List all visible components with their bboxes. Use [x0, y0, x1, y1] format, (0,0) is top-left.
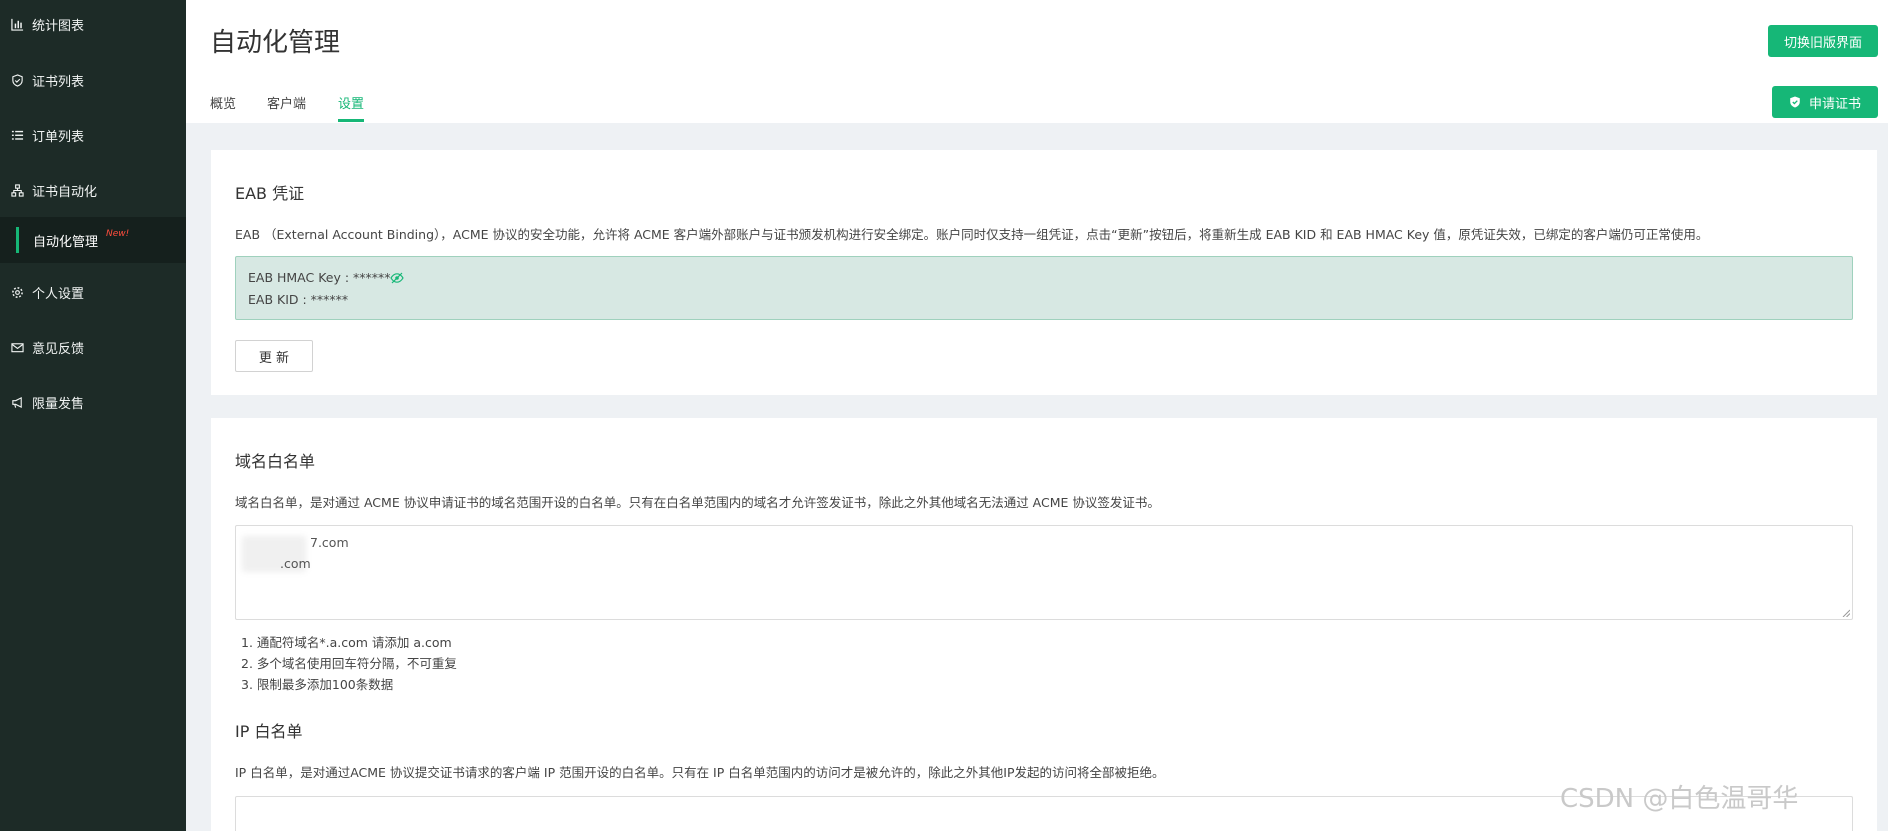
domain-whitelist-input[interactable]: 7.com .com [235, 525, 1853, 620]
gear-icon [10, 285, 24, 299]
tab-settings[interactable]: 设置 [338, 93, 364, 112]
sidebar-item-order-list[interactable]: 订单列表 [0, 115, 186, 155]
domain-whitelist-title: 域名白名单 [235, 452, 316, 471]
tip-item: 2. 多个域名使用回车符分隔，不可重复 [241, 656, 457, 671]
tip-item: 1. 通配符域名*.a.com 请添加 a.com [241, 635, 452, 650]
tip-item: 3. 限制最多添加100条数据 [241, 677, 394, 692]
new-badge: New! [106, 229, 130, 239]
page-header: 自动化管理 切换旧版界面 申请证书 概览 客户端 设置 [186, 0, 1888, 123]
sidebar-item-label: 个人设置 [32, 286, 85, 302]
sidebar-item-label: 自动化管理 [33, 234, 99, 250]
active-tab-indicator [338, 119, 364, 122]
sidebar-item-stats[interactable]: 统计图表 [0, 4, 186, 44]
sidebar-item-label: 证书列表 [32, 74, 85, 90]
domain-whitelist-description: 域名白名单，是对通过 ACME 协议申请证书的域名范围开设的白名单。只有在白名单… [235, 495, 1160, 510]
sidebar-item-label: 订单列表 [32, 129, 85, 145]
sidebar-item-label: 证书自动化 [32, 184, 98, 200]
sidebar-item-label: 统计图表 [32, 18, 85, 34]
shield-check-icon [10, 73, 24, 87]
sidebar-item-personal-settings[interactable]: 个人设置 [0, 272, 186, 312]
sitemap-icon [10, 183, 24, 197]
switch-old-ui-button[interactable]: 切换旧版界面 [1768, 25, 1878, 57]
watermark: CSDN @白色温哥华 [1560, 784, 1799, 814]
list-icon [10, 128, 24, 142]
domain-entry: .com [280, 556, 311, 571]
domain-entry: 7.com [310, 535, 349, 550]
megaphone-icon [10, 395, 24, 409]
sidebar-item-feedback[interactable]: 意见反馈 [0, 327, 186, 367]
active-indicator [16, 227, 19, 253]
resize-handle-icon[interactable] [1842, 609, 1850, 617]
shield-check-icon [1790, 96, 1800, 108]
eab-hmac-key: EAB HMAC Key : ****** [248, 270, 391, 285]
whitelist-card: 域名白名单 域名白名单，是对通过 ACME 协议申请证书的域名范围开设的白名单。… [211, 418, 1877, 831]
eab-description: EAB （External Account Binding），ACME 协议的安… [235, 227, 1709, 242]
domain-whitelist-tips: 1. 通配符域名*.a.com 请添加 a.com 2. 多个域名使用回车符分隔… [241, 632, 457, 695]
apply-certificate-label: 申请证书 [1808, 96, 1861, 112]
ip-whitelist-description: IP 白名单，是对通过ACME 协议提交证书请求的客户端 IP 范围开设的白名单… [235, 765, 1165, 780]
ip-whitelist-title: IP 白名单 [235, 722, 303, 741]
tab-overview[interactable]: 概览 [210, 93, 236, 112]
sidebar: 统计图表 证书列表 订单列表 证书自动化 自动化管理 New! 个人设置 意见反… [0, 0, 186, 831]
sidebar-item-label: 限量发售 [32, 396, 85, 412]
sidebar-item-cert-automation[interactable]: 证书自动化 [0, 170, 186, 210]
tab-clients[interactable]: 客户端 [267, 93, 306, 112]
bar-chart-icon [10, 17, 24, 31]
apply-certificate-button[interactable]: 申请证书 [1772, 86, 1878, 118]
update-button[interactable]: 更 新 [235, 340, 313, 372]
sidebar-item-label: 意见反馈 [32, 341, 85, 357]
sidebar-item-cert-list[interactable]: 证书列表 [0, 60, 186, 100]
eab-card: EAB 凭证 EAB （External Account Binding），AC… [211, 150, 1877, 395]
sidebar-item-automation-management[interactable]: 自动化管理 New! [0, 217, 186, 263]
eab-kid: EAB KID : ****** [248, 292, 349, 307]
eab-credential-box: EAB HMAC Key : ****** EAB KID : ****** [235, 256, 1853, 320]
eye-off-icon[interactable] [390, 271, 404, 285]
page-title: 自动化管理 [210, 28, 341, 58]
sidebar-item-limited-sale[interactable]: 限量发售 [0, 382, 186, 422]
mail-icon [10, 340, 24, 354]
eab-title: EAB 凭证 [235, 184, 305, 203]
